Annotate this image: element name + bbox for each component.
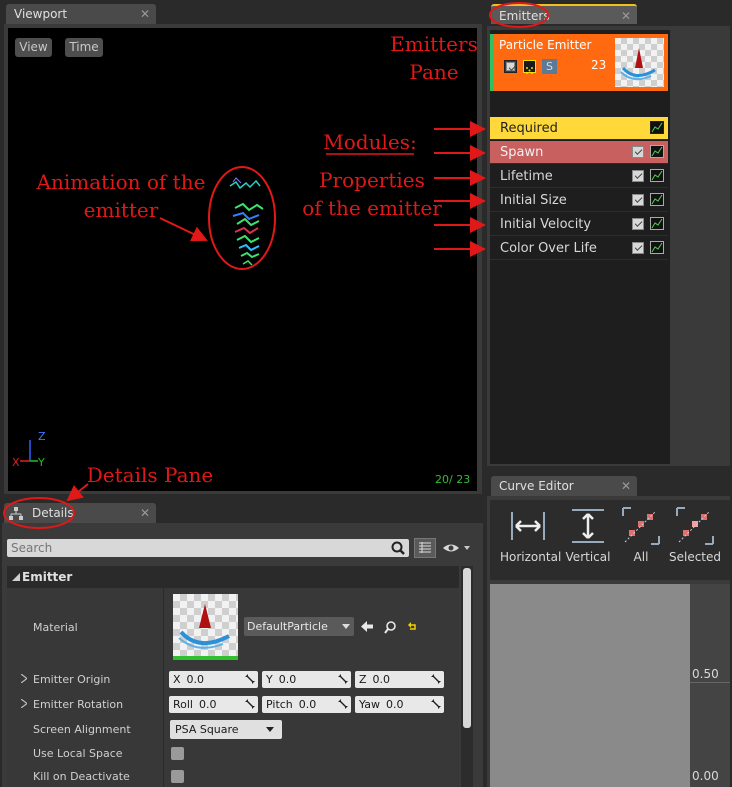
annotation-overlay [3,2,549,529]
annotation-properties: Properties of the emitter [298,166,446,222]
annotation-animation: Animation of the emitter [32,168,210,224]
annotation-emitters-pane-line2: Pane [409,60,459,84]
annotation-modules: Modules: [323,130,417,154]
annotation-animation-line2: emitter [83,198,159,222]
annotation-emitters-pane: Emitters Pane [374,30,494,86]
annotation-properties-line1: Properties [319,168,425,192]
annotation-animation-line1: Animation of the [36,170,206,194]
annotation-details-pane: Details Pane [86,463,214,487]
annotation-properties-line2: of the emitter [302,196,442,220]
annotation-emitters-pane-line1: Emitters [390,32,478,56]
